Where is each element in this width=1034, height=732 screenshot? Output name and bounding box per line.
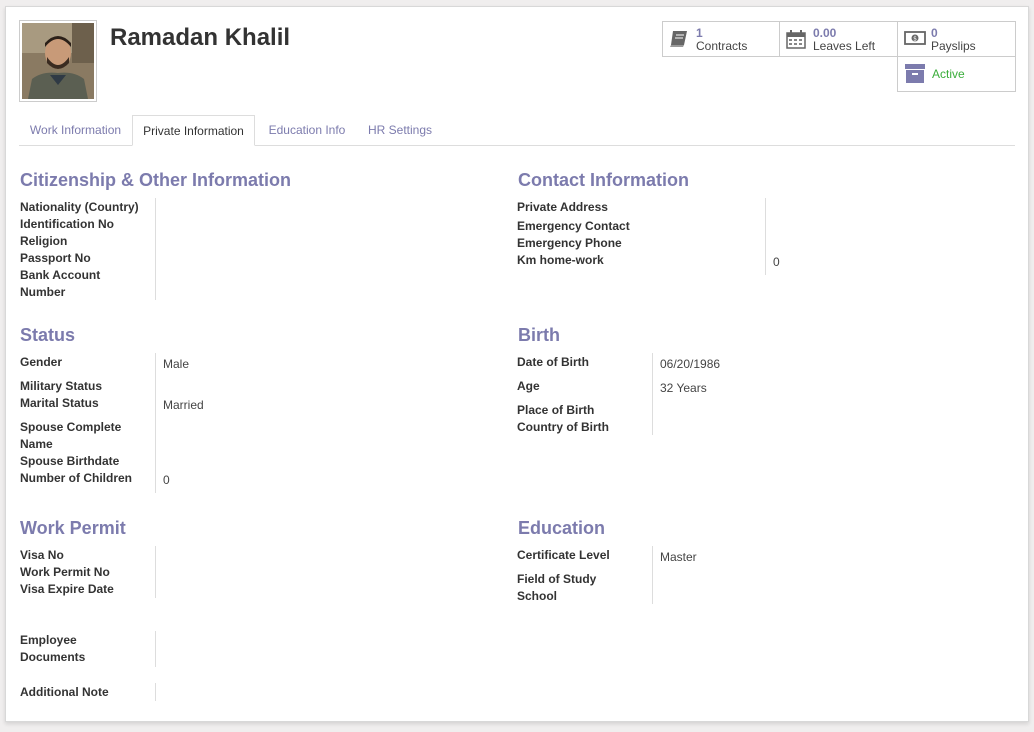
contracts-count: 1 — [696, 26, 703, 40]
employee-form-sheet: Ramadan Khalil 1 Contracts 0.00 Leaves L… — [5, 6, 1029, 722]
calendar-icon — [786, 30, 806, 54]
field-divider — [652, 353, 653, 435]
citizenship-section-title: Citizenship & Other Information — [20, 170, 292, 190]
emergency-contact-label: Emergency Contact — [517, 219, 630, 233]
leaves-label: Leaves Left — [813, 39, 876, 53]
active-status-label: Active — [932, 67, 965, 81]
payslips-count: 0 — [931, 26, 938, 40]
contracts-label: Contracts — [696, 39, 748, 53]
field-divider — [765, 198, 766, 275]
employee-documents-label-cont: Documents — [20, 650, 86, 664]
spouse-name-label: Spouse Complete — [20, 420, 122, 434]
identification-no-label: Identification No — [20, 217, 114, 231]
date-of-birth-value[interactable]: 06/20/1986 — [660, 357, 720, 371]
money-icon: $ — [904, 30, 926, 51]
marital-status-label: Marital Status — [20, 396, 99, 410]
emergency-phone-label: Emergency Phone — [517, 236, 622, 250]
passport-no-label: Passport No — [20, 251, 91, 265]
status-section-title: Status — [20, 325, 76, 345]
field-divider — [155, 631, 156, 667]
payslips-button[interactable]: $ 0 Payslips — [897, 21, 1016, 57]
field-divider — [155, 198, 156, 300]
age-label: Age — [517, 379, 540, 393]
employee-avatar[interactable] — [19, 20, 97, 102]
km-home-work-label: Km home-work — [517, 253, 604, 267]
school-label: School — [517, 589, 558, 603]
tab-hr-settings[interactable]: HR Settings — [358, 115, 442, 145]
number-of-children-label: Number of Children — [20, 471, 133, 485]
employee-name[interactable]: Ramadan Khalil — [110, 24, 290, 52]
archive-icon — [905, 64, 925, 89]
work-permit-no-label: Work Permit No — [20, 565, 110, 579]
field-of-study-label: Field of Study — [517, 572, 597, 586]
number-of-children-value[interactable]: 0 — [163, 473, 170, 487]
field-divider — [155, 353, 156, 493]
nationality-label: Nationality (Country) — [20, 200, 139, 214]
employee-photo — [22, 23, 94, 99]
active-toggle-button[interactable]: Active — [897, 56, 1016, 92]
certificate-level-value[interactable]: Master — [660, 550, 697, 564]
education-section-title: Education — [518, 518, 606, 538]
svg-text:$: $ — [913, 36, 917, 43]
birth-section-title: Birth — [518, 325, 560, 345]
age-value: 32 Years — [660, 381, 707, 395]
date-of-birth-label: Date of Birth — [517, 355, 589, 369]
field-divider — [652, 546, 653, 604]
payslips-label: Payslips — [931, 39, 976, 53]
marital-status-value[interactable]: Married — [163, 398, 204, 412]
place-of-birth-label: Place of Birth — [517, 403, 595, 417]
spouse-birthdate-label: Spouse Birthdate — [20, 454, 120, 468]
leaves-count: 0.00 — [813, 26, 837, 40]
book-icon — [669, 30, 689, 53]
additional-note-label: Additional Note — [20, 685, 109, 699]
certificate-level-label: Certificate Level — [517, 548, 610, 562]
country-of-birth-label: Country of Birth — [517, 420, 609, 434]
tab-work-information[interactable]: Work Information — [19, 115, 132, 145]
private-address-label: Private Address — [517, 200, 608, 214]
gender-value[interactable]: Male — [163, 357, 189, 371]
military-status-label: Military Status — [20, 379, 103, 393]
spouse-name-label-cont: Name — [20, 437, 53, 451]
visa-no-label: Visa No — [20, 548, 64, 562]
religion-label: Religion — [20, 234, 68, 248]
bank-account-label-cont: Number — [20, 285, 66, 299]
visa-expire-date-label: Visa Expire Date — [20, 582, 114, 596]
bank-account-label: Bank Account — [20, 268, 101, 282]
field-divider — [155, 546, 156, 598]
employee-documents-label: Employee — [20, 633, 77, 647]
leaves-button[interactable]: 0.00 Leaves Left — [779, 21, 898, 57]
gender-label: Gender — [20, 355, 63, 369]
contracts-button[interactable]: 1 Contracts — [662, 21, 780, 57]
contact-section-title: Contact Information — [518, 170, 689, 190]
tab-private-information[interactable]: Private Information — [132, 115, 255, 146]
km-home-work-value[interactable]: 0 — [773, 255, 780, 269]
work-permit-section-title: Work Permit — [20, 518, 126, 538]
field-divider — [155, 683, 156, 701]
tab-education-info[interactable]: Education Info — [256, 115, 358, 145]
form-tabs: Work Information Private Information Edu… — [19, 115, 1015, 146]
